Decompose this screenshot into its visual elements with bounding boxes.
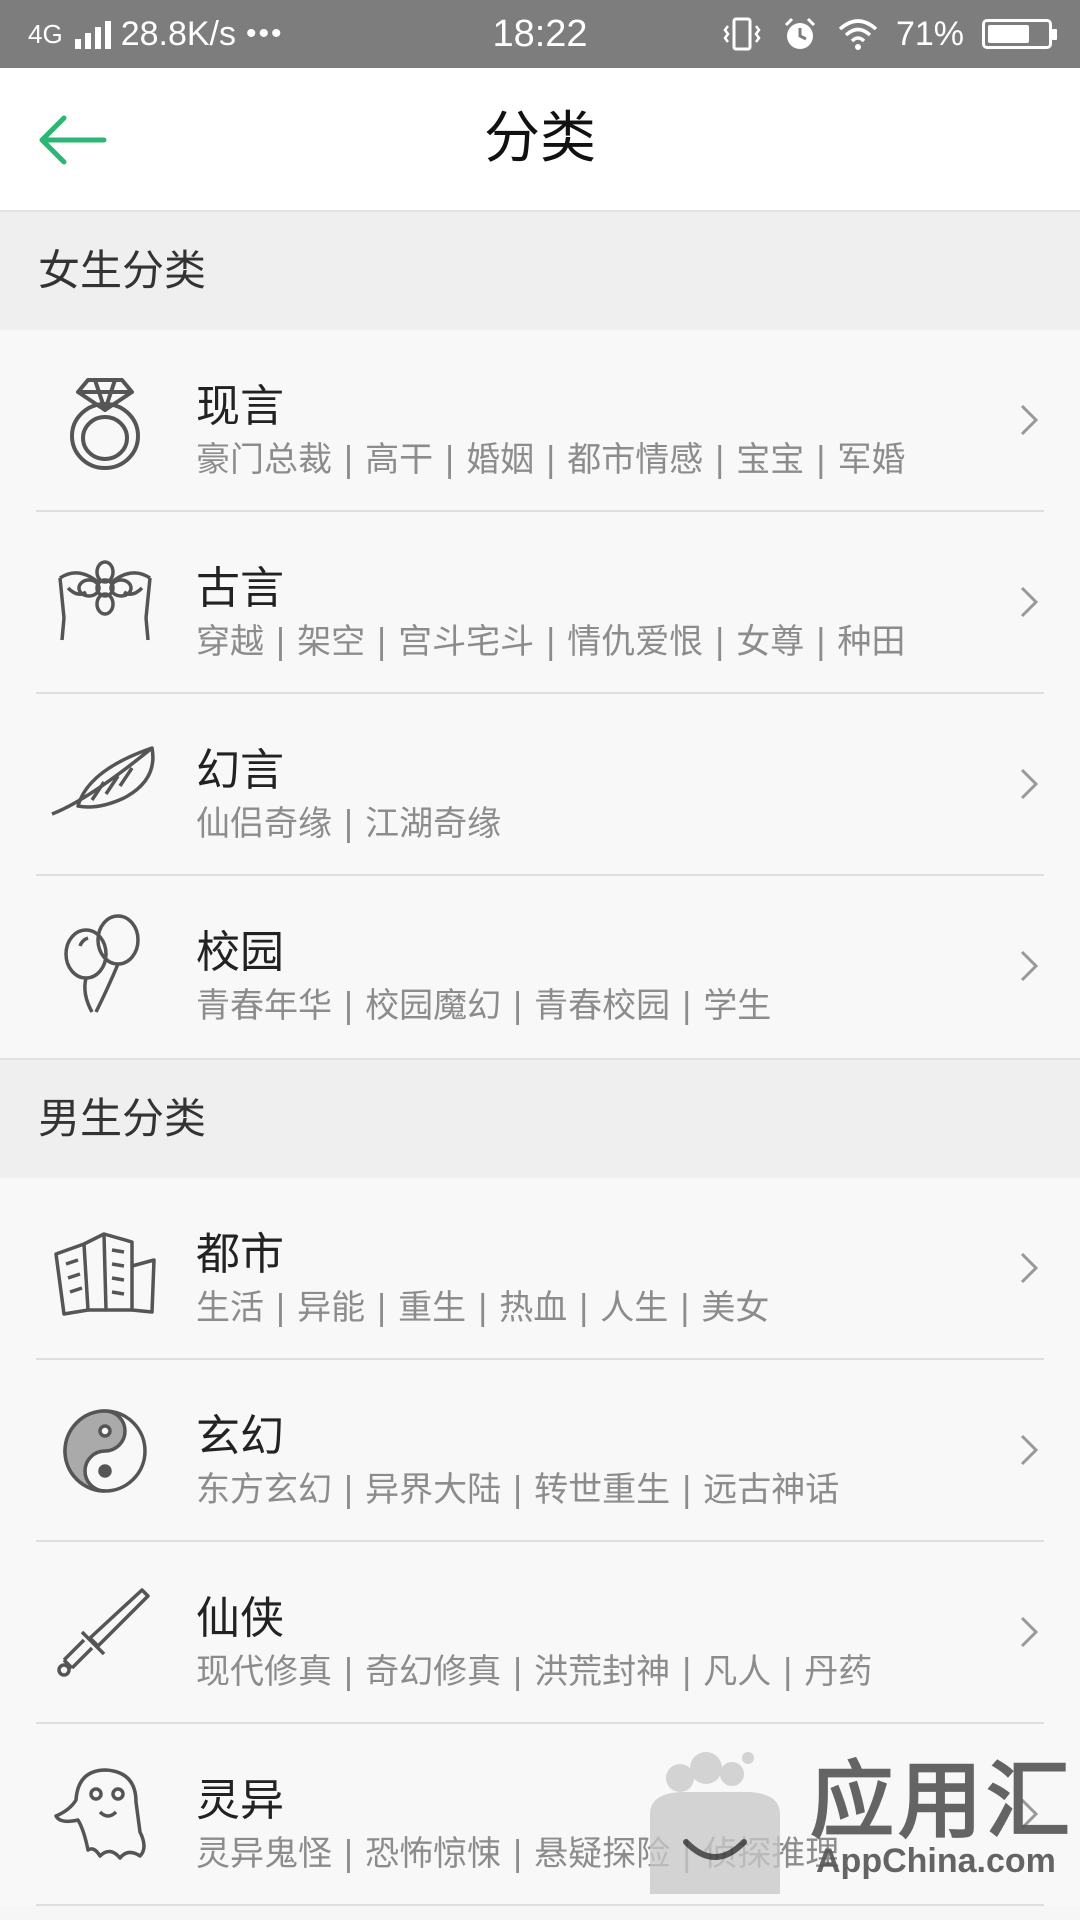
category-subtitle: 豪门总裁 | 高干 | 婚姻 | 都市情感 | 宝宝 | 军婚 (196, 440, 906, 480)
category-title: 玄幻 (196, 1411, 284, 1462)
sword-icon (48, 1578, 162, 1688)
ghost-icon (48, 1760, 162, 1870)
category-title: 校园 (196, 927, 284, 978)
chevron-right-icon (1020, 950, 1039, 982)
app-header: 分类 (0, 68, 1080, 212)
chevron-right-icon (1020, 1798, 1039, 1830)
category-row-xiaoyuan[interactable]: 校园 青春年华 | 校园魔幻 | 青春校园 | 学生 (0, 876, 1080, 1058)
battery-icon (982, 19, 1057, 49)
category-subtitle: 穿越 | 架空 | 宫斗宅斗 | 情仇爱恨 | 女尊 | 种田 (196, 622, 906, 662)
category-subtitle: 青春年华 | 校园魔幻 | 青春校园 | 学生 (196, 986, 772, 1026)
battery-percent: 71% (895, 14, 964, 53)
section-header-female: 女生分类 (0, 212, 1080, 330)
category-subtitle: 东方玄幻 | 异界大陆 | 转世重生 | 远古神话 (196, 1470, 840, 1510)
category-subtitle: 仙侣奇缘 | 江湖奇缘 (196, 804, 502, 844)
category-title: 灵异 (196, 1775, 284, 1826)
category-title: 都市 (196, 1229, 284, 1280)
category-title: 现言 (196, 381, 284, 432)
back-button[interactable] (30, 102, 114, 178)
section-header-male: 男生分类 (0, 1058, 1080, 1178)
vibrate-icon (722, 14, 762, 54)
back-arrow-icon (39, 115, 107, 165)
category-row-guyan[interactable]: 古言 穿越 | 架空 | 宫斗宅斗 | 情仇爱恨 | 女尊 | 种田 (0, 512, 1080, 694)
category-title: 古言 (196, 563, 284, 614)
status-bar: 4G 28.8K/s ••• 18:22 71% (0, 0, 1080, 68)
flower-ornament-icon (48, 548, 162, 658)
feather-icon (48, 730, 162, 840)
category-title: 幻言 (196, 745, 284, 796)
alarm-icon (780, 14, 820, 54)
category-row-lingyi[interactable]: 灵异 灵异鬼怪 | 恐怖惊悚 | 悬疑探险 | 侦探推理 (0, 1724, 1080, 1906)
wifi-icon (838, 14, 878, 54)
page-title: 分类 (484, 106, 596, 171)
category-row-huanyan[interactable]: 幻言 仙侣奇缘 | 江湖奇缘 (0, 694, 1080, 876)
chevron-right-icon (1020, 1252, 1039, 1284)
category-list: 女生分类 现言 豪门总裁 | 高干 | 婚姻 | 都市情感 | 宝宝 | 军婚 … (0, 212, 1080, 1906)
chevron-right-icon (1020, 586, 1039, 618)
category-subtitle: 灵异鬼怪 | 恐怖惊悚 | 悬疑探险 | 侦探推理 (196, 1834, 840, 1874)
balloons-icon (48, 912, 162, 1022)
ring-icon (48, 366, 162, 476)
chevron-right-icon (1020, 1434, 1039, 1466)
category-row-xuanhuan[interactable]: 玄幻 东方玄幻 | 异界大陆 | 转世重生 | 远古神话 (0, 1360, 1080, 1542)
category-row-xianyan[interactable]: 现言 豪门总裁 | 高干 | 婚姻 | 都市情感 | 宝宝 | 军婚 (0, 330, 1080, 512)
row-divider (36, 1904, 1044, 1906)
chevron-right-icon (1020, 404, 1039, 436)
category-row-xianxia[interactable]: 仙侠 现代修真 | 奇幻修真 | 洪荒封神 | 凡人 | 丹药 (0, 1542, 1080, 1724)
status-right: 71% (722, 0, 1057, 68)
category-subtitle: 现代修真 | 奇幻修真 | 洪荒封神 | 凡人 | 丹药 (196, 1652, 873, 1692)
category-row-dushi[interactable]: 都市 生活 | 异能 | 重生 | 热血 | 人生 | 美女 (0, 1178, 1080, 1360)
category-subtitle: 生活 | 异能 | 重生 | 热血 | 人生 | 美女 (196, 1288, 770, 1328)
buildings-icon (48, 1214, 162, 1324)
chevron-right-icon (1020, 768, 1039, 800)
yin-yang-icon (48, 1396, 162, 1506)
category-title: 仙侠 (196, 1593, 284, 1644)
chevron-right-icon (1020, 1616, 1039, 1648)
